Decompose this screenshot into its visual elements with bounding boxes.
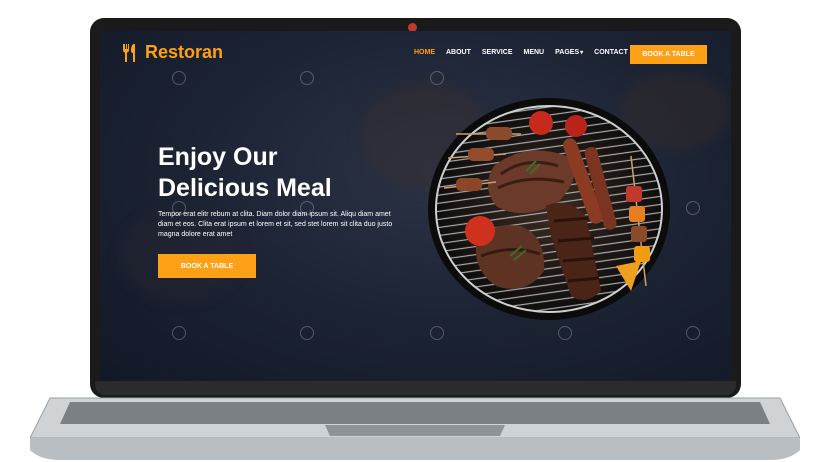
nav-book-table-button[interactable]: BOOK A TABLE — [630, 45, 707, 64]
main-nav: HOME ABOUT SERVICE MENU PAGES▾ CONTACT — [414, 49, 628, 56]
nav-item-service[interactable]: SERVICE — [482, 49, 513, 56]
brand-name: Restoran — [145, 42, 224, 62]
watermark-icon — [558, 326, 572, 340]
watermark-icon — [686, 326, 700, 340]
hero-book-table-button[interactable]: BOOK A TABLE — [158, 254, 256, 278]
hero-title: Enjoy Our Delicious Meal — [158, 142, 398, 204]
hero-title-line-1: Enjoy Our — [158, 143, 278, 171]
watermark-icon — [172, 326, 186, 340]
watermark-icon — [686, 201, 700, 215]
navbar: Restoran HOME ABOUT SERVICE MENU PAGES▾ … — [100, 31, 731, 79]
nav-item-about[interactable]: ABOUT — [446, 49, 471, 56]
nav-item-menu[interactable]: MENU — [524, 49, 545, 56]
utensils-icon — [123, 43, 135, 62]
watermark-icon — [300, 326, 314, 340]
hero-description: Tempor erat elitr rebum at clita. Diam d… — [158, 211, 393, 238]
watermark-icon — [430, 326, 444, 340]
grill-food-image — [428, 98, 670, 320]
laptop-base — [30, 397, 800, 460]
caret-down-icon: ▾ — [580, 50, 584, 56]
website-screen: Restoran HOME ABOUT SERVICE MENU PAGES▾ … — [100, 31, 731, 381]
nav-item-pages-label: PAGES — [555, 49, 580, 56]
nav-item-pages[interactable]: PAGES▾ — [555, 49, 583, 56]
brand-logo[interactable]: Restoran — [121, 42, 223, 63]
nav-item-contact[interactable]: CONTACT — [594, 49, 628, 56]
nav-item-home[interactable]: HOME — [414, 49, 435, 56]
hero-title-line-2: Delicious Meal — [158, 174, 332, 202]
